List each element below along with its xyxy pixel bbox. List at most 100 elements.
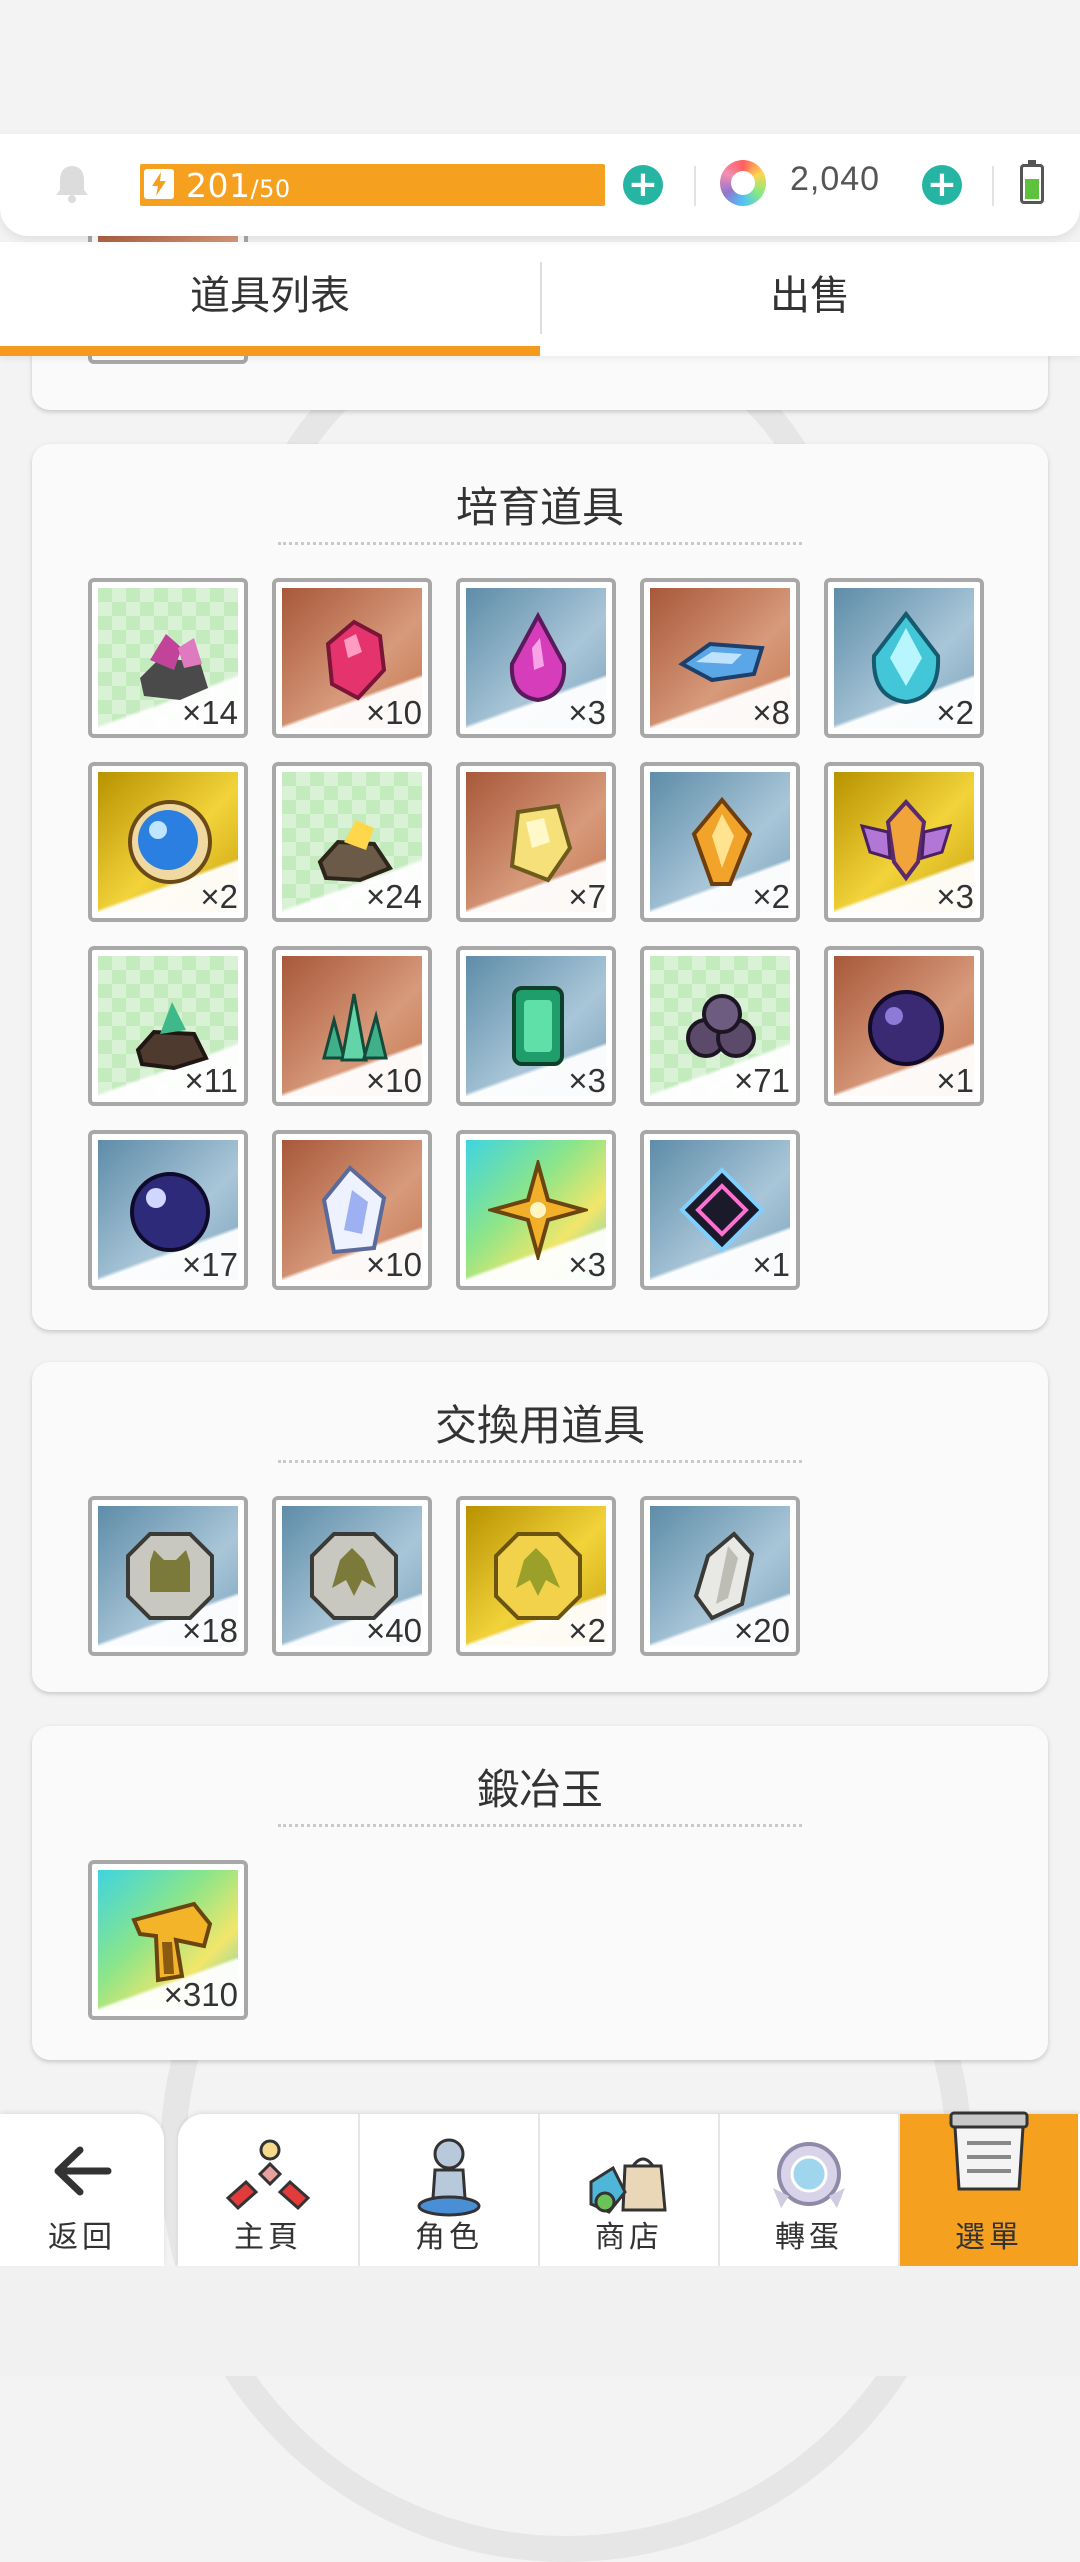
dark-orb-icon (868, 990, 944, 1066)
item-quantity: ×20 (734, 1612, 790, 1649)
item-quantity: ×7 (568, 878, 606, 915)
item-quantity: ×10 (366, 1062, 422, 1099)
item-quantity: ×71 (734, 1062, 790, 1099)
nav-shop[interactable]: 商店 (538, 2114, 718, 2266)
star-sparkle-icon (488, 1160, 588, 1260)
nav-label: 主頁 (234, 2220, 302, 2255)
back-button[interactable]: 返回 (0, 2114, 164, 2266)
item-slot[interactable]: ×3 (456, 946, 616, 1106)
gold-ore-icon (317, 820, 394, 883)
blue-orb-icon (128, 800, 212, 884)
item-slot[interactable]: ×1 (824, 946, 984, 1106)
item-slot[interactable]: ×11 (88, 946, 248, 1106)
nav-label: 商店 (595, 2220, 663, 2255)
item-slot[interactable]: ×20 (640, 1496, 800, 1656)
nav-label: 轉蛋 (775, 2220, 843, 2255)
diamond-drop-icon (871, 610, 941, 705)
silver-coin-icon (126, 1532, 214, 1620)
item-slot[interactable]: ×2 (640, 762, 800, 922)
item-slot[interactable]: ×14 (88, 578, 248, 738)
item-slot[interactable]: ×1 (640, 1130, 800, 1290)
tab-sell[interactable]: 出售 (540, 242, 1080, 356)
forge-items-section: 鍛冶玉 ×310 (32, 1726, 1048, 2060)
gacha-icon (773, 2142, 845, 2208)
item-slot[interactable]: ×2 (824, 578, 984, 738)
item-slot[interactable]: ×10 (272, 1130, 432, 1290)
item-quantity: ×18 (182, 1612, 238, 1649)
gem-count: 2,040 (790, 160, 881, 198)
item-slot[interactable]: ×2 (456, 1496, 616, 1656)
item-slot[interactable]: ×3 (456, 1130, 616, 1290)
lightning-icon (144, 169, 174, 199)
nav-label: 角色 (415, 2220, 483, 2255)
item-slot[interactable]: ×7 (456, 762, 616, 922)
section-title: 交換用道具 (434, 1401, 645, 1450)
dark-ore-icon (686, 994, 756, 1058)
purple-orb-icon (130, 1172, 210, 1252)
item-quantity: ×310 (163, 1976, 238, 2013)
item-quantity: ×40 (366, 1612, 422, 1649)
divider (992, 166, 994, 206)
title-divider (278, 542, 802, 545)
title-divider (278, 1460, 802, 1463)
item-quantity: ×2 (200, 878, 238, 915)
character-icon (417, 2138, 481, 2217)
status-bar: 201/50 + 2,040 + (0, 134, 1080, 236)
tab-item-list[interactable]: 道具列表 (0, 242, 540, 356)
item-slot[interactable]: ×10 (272, 578, 432, 738)
hammer-token-icon (131, 1901, 213, 1983)
item-slot[interactable]: ×18 (88, 1496, 248, 1656)
bell-icon[interactable] (50, 162, 94, 206)
item-slot[interactable]: ×8 (640, 578, 800, 738)
item-slot[interactable]: ×71 (640, 946, 800, 1106)
item-slot[interactable]: ×3 (824, 762, 984, 922)
topaz-icon (509, 803, 573, 883)
exchange-items-section: 交換用道具 ×18 ×40 ×2 ×20 (32, 1362, 1048, 1692)
item-quantity: ×3 (568, 694, 606, 731)
nav-tab-group: 主頁 角色 商店 轉蛋 選單 (178, 2111, 1080, 2266)
item-slot[interactable]: ×10 (272, 946, 432, 1106)
section-title: 培育道具 (455, 483, 624, 532)
item-quantity: ×3 (568, 1246, 606, 1283)
item-slot[interactable]: ×2 (88, 762, 248, 922)
item-slot[interactable]: ×40 (272, 1496, 432, 1656)
item-quantity: ×17 (182, 1246, 238, 1283)
item-slot[interactable]: ×24 (272, 762, 432, 922)
bottom-navigation: 返回 主頁 角色 商店 轉蛋 選單 (0, 2111, 1080, 2266)
item-slot[interactable]: ×17 (88, 1130, 248, 1290)
item-quantity: ×24 (366, 878, 422, 915)
silver-medal-icon (310, 1532, 398, 1620)
item-quantity: ×10 (366, 1246, 422, 1283)
nav-label: 選單 (955, 2220, 1023, 2255)
shop-icon (589, 2157, 667, 2214)
item-quantity: ×8 (752, 694, 790, 731)
nav-menu[interactable]: 選單 (898, 2111, 1078, 2266)
item-quantity: ×14 (182, 694, 238, 731)
add-gems-button[interactable]: + (922, 165, 962, 205)
amethyst-drop-icon (509, 611, 567, 703)
item-quantity: ×2 (568, 1612, 606, 1649)
divider (694, 166, 696, 206)
section-title: 鍛冶玉 (476, 1765, 603, 1814)
menu-icon (949, 2111, 1029, 2191)
item-slot[interactable]: ×3 (456, 578, 616, 738)
item-slot[interactable]: ×310 (88, 1860, 248, 2020)
nav-character[interactable]: 角色 (358, 2114, 538, 2266)
amber-gem-icon (691, 796, 753, 886)
nav-home[interactable]: 主頁 (178, 2114, 358, 2266)
stone-shard-icon (693, 1531, 755, 1621)
emerald-cluster-icon (322, 993, 388, 1062)
item-quantity: ×1 (936, 1062, 974, 1099)
back-arrow-icon (54, 2146, 112, 2196)
add-energy-button[interactable]: + (623, 165, 663, 205)
energy-value: 201/50 (186, 166, 291, 205)
title-divider (278, 1824, 802, 1827)
energy-bar: 201/50 (140, 164, 605, 206)
active-tab-indicator (0, 346, 540, 356)
gem-rock-icon (140, 634, 208, 700)
winged-crystal-icon (859, 799, 953, 882)
white-crystal-icon (321, 1165, 387, 1255)
nav-gacha[interactable]: 轉蛋 (718, 2114, 898, 2266)
battery-icon (1020, 160, 1044, 204)
rainbow-gem-icon (720, 160, 766, 206)
